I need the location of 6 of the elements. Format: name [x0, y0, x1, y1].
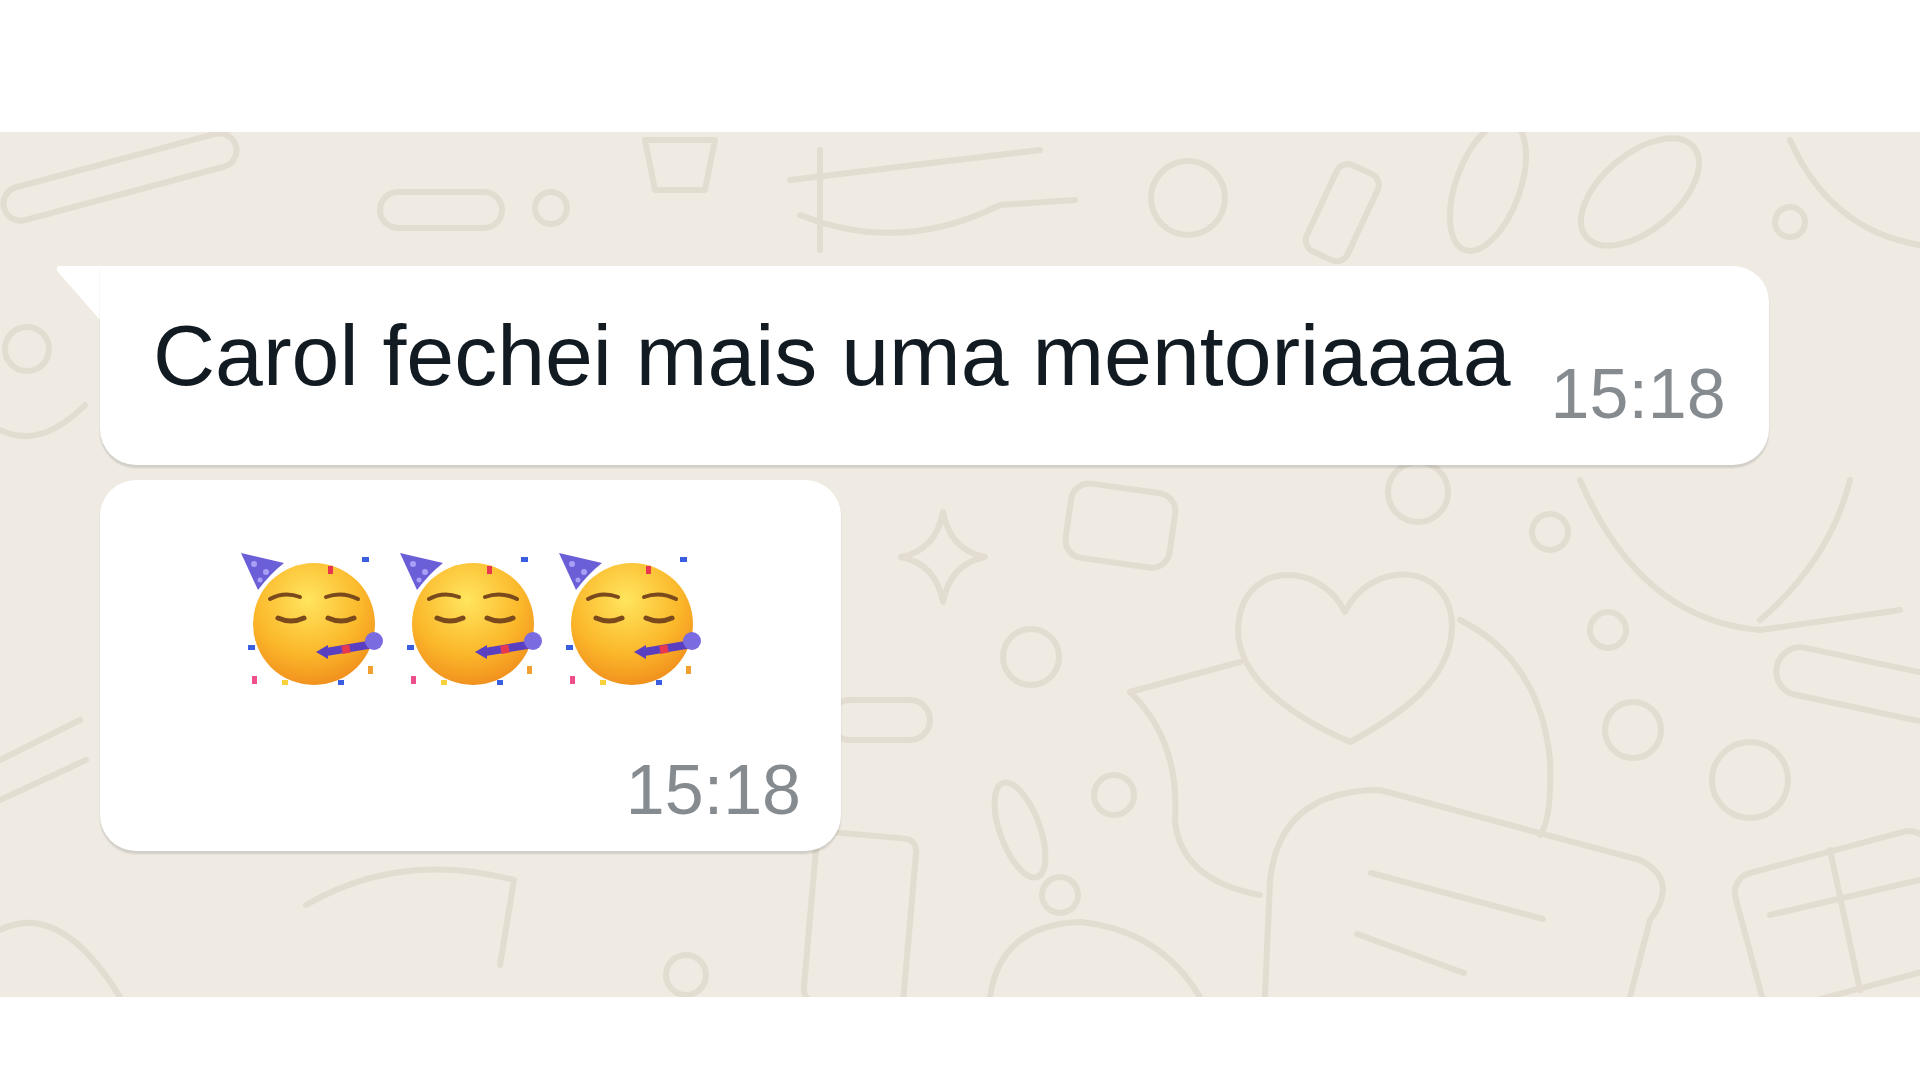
- message-text: Carol fechei mais uma mentoriaaaa: [153, 306, 1511, 404]
- party-face-icon: [558, 552, 703, 687]
- message-time: 15:18: [625, 750, 801, 830]
- party-face-icon: [399, 552, 544, 687]
- party-face-icon: [240, 552, 385, 687]
- message-time: 15:18: [1550, 354, 1726, 434]
